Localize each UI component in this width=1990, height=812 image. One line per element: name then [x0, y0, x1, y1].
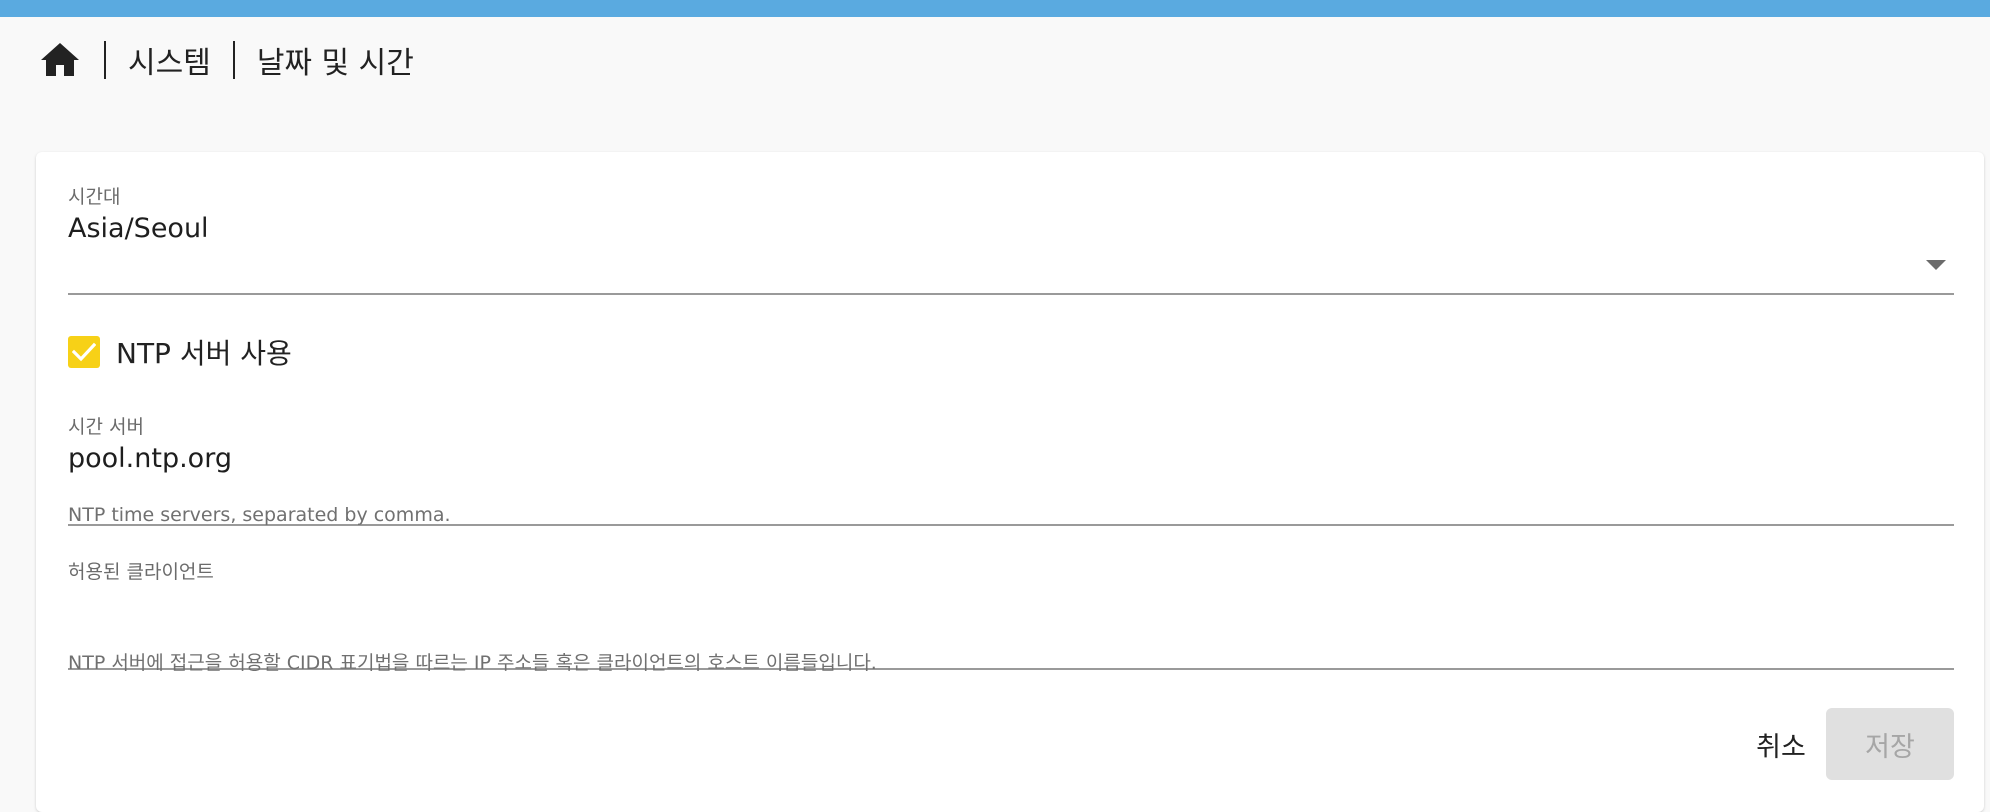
breadcrumb-item-system[interactable]: 시스템	[128, 38, 211, 82]
time-server-value[interactable]: pool.ntp.org	[68, 443, 1954, 474]
checkmark-icon	[72, 342, 96, 362]
home-icon[interactable]	[38, 38, 82, 82]
save-button[interactable]: 저장	[1826, 708, 1954, 780]
chevron-down-icon[interactable]	[1926, 260, 1946, 270]
breadcrumb: 시스템 날짜 및 시간	[38, 38, 414, 82]
breadcrumb-separator	[232, 41, 235, 79]
ntp-checkbox-row[interactable]: NTP 서버 사용	[68, 332, 292, 372]
timezone-select[interactable]: 시간대 Asia/Seoul	[68, 182, 1954, 298]
time-server-helper: NTP time servers, separated by comma.	[68, 504, 451, 526]
breadcrumb-separator	[104, 41, 106, 79]
top-accent-bar	[0, 0, 1990, 17]
timezone-value[interactable]: Asia/Seoul	[68, 213, 1954, 244]
allowed-clients-value[interactable]	[68, 588, 1954, 622]
allowed-clients-label: 허용된 클라이언트	[68, 561, 214, 583]
timezone-underline	[68, 293, 1954, 295]
ntp-checkbox-label: NTP 서버 사용	[116, 337, 292, 370]
allowed-clients-helper: NTP 서버에 접근을 허용할 CIDR 표기법을 따르는 IP 주소들 혹은 …	[68, 652, 877, 674]
breadcrumb-item-date-time: 날짜 및 시간	[256, 46, 414, 81]
settings-card: 시간대 Asia/Seoul NTP 서버 사용 시간 서버 pool.ntp.…	[36, 152, 1984, 812]
timezone-label: 시간대	[68, 186, 121, 208]
time-server-label: 시간 서버	[68, 416, 144, 438]
ntp-checkbox[interactable]	[68, 336, 100, 368]
